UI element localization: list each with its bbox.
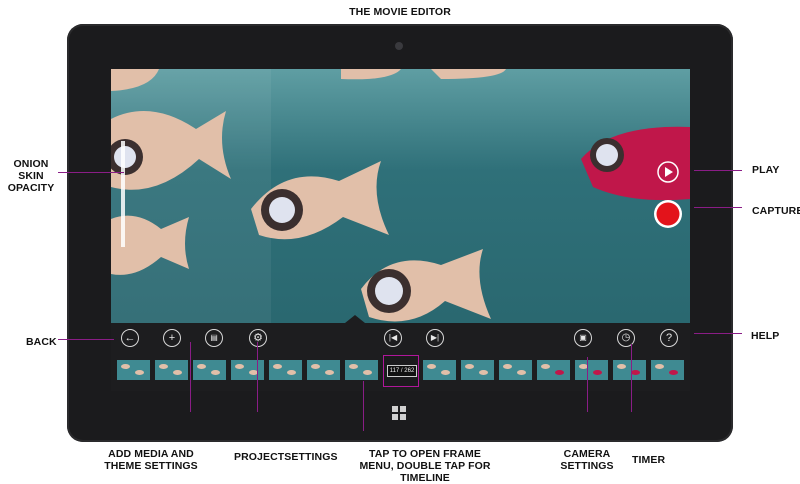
back-icon[interactable]: ← <box>121 329 139 347</box>
skip-back-icon[interactable]: |◀ <box>384 329 402 347</box>
gear-icon[interactable]: ⚙ <box>249 329 267 347</box>
frame-thumbnail[interactable] <box>193 360 226 380</box>
callout-line <box>58 172 124 173</box>
frame-thumbnail[interactable] <box>155 360 188 380</box>
front-camera <box>395 42 403 50</box>
label-tap-open: TAP TO OPEN FRAME MENU, DOUBLE TAP FOR T… <box>359 448 491 484</box>
label-play: PLAY <box>752 164 780 176</box>
camera-icon[interactable]: ▣ <box>574 329 592 347</box>
callout-line <box>694 170 742 171</box>
toolbar: ← + ▤ ⚙ |◀ ▶| ▣ ◷ ? <box>111 323 690 353</box>
label-back: BACK <box>26 336 57 348</box>
callout-line <box>190 342 191 412</box>
label-timer: TIMER <box>632 454 666 466</box>
clapperboard-icon[interactable]: ▤ <box>205 329 223 347</box>
frame-thumbnail[interactable] <box>461 360 494 380</box>
callout-line <box>257 342 258 412</box>
frame-thumbnail[interactable] <box>307 360 340 380</box>
callout-line <box>694 333 742 334</box>
clock-icon[interactable]: ◷ <box>617 329 635 347</box>
onion-skin-slider <box>121 141 125 247</box>
label-project-settings: PROJECTSETTINGS <box>234 451 338 463</box>
frame-thumbnail[interactable] <box>231 360 264 380</box>
frame-thumbnail[interactable] <box>651 360 684 380</box>
windows-logo-icon[interactable] <box>392 406 406 420</box>
frame-thumbnail[interactable] <box>613 360 646 380</box>
frame-thumbnail[interactable] <box>269 360 302 380</box>
frame-thumbnail[interactable] <box>499 360 532 380</box>
label-capture: CAPTURE <box>752 205 800 217</box>
callout-line <box>631 344 632 412</box>
frame-strip: 117 / 262 <box>111 353 690 391</box>
callout-line <box>58 339 114 340</box>
skip-forward-icon[interactable]: ▶| <box>426 329 444 347</box>
callout-line <box>694 207 742 208</box>
label-add-media: ADD MEDIA AND THEME SETTINGS <box>104 448 198 472</box>
help-icon[interactable]: ? <box>660 329 678 347</box>
selected-frame[interactable]: 117 / 262 <box>383 355 419 387</box>
label-onion-skin: ONION SKIN OPACITY <box>7 158 55 194</box>
callout-line <box>587 357 588 412</box>
frame-thumbnail[interactable] <box>117 360 150 380</box>
frame-thumbnail[interactable] <box>345 360 378 380</box>
callout-line <box>363 381 364 431</box>
app-screen: ← + ▤ ⚙ |◀ ▶| ▣ ◷ ? 117 / 262 <box>111 69 690 391</box>
camera-preview <box>111 69 690 323</box>
frame-counter: 117 / 262 <box>387 365 417 377</box>
add-icon[interactable]: + <box>163 329 181 347</box>
label-help: HELP <box>751 330 780 342</box>
page-title: THE MOVIE EDITOR <box>349 6 451 18</box>
frame-thumbnail[interactable] <box>423 360 456 380</box>
label-camera-settings: CAMERA SETTINGS <box>560 448 614 472</box>
frame-thumbnail[interactable] <box>575 360 608 380</box>
frame-thumbnail[interactable] <box>537 360 570 380</box>
